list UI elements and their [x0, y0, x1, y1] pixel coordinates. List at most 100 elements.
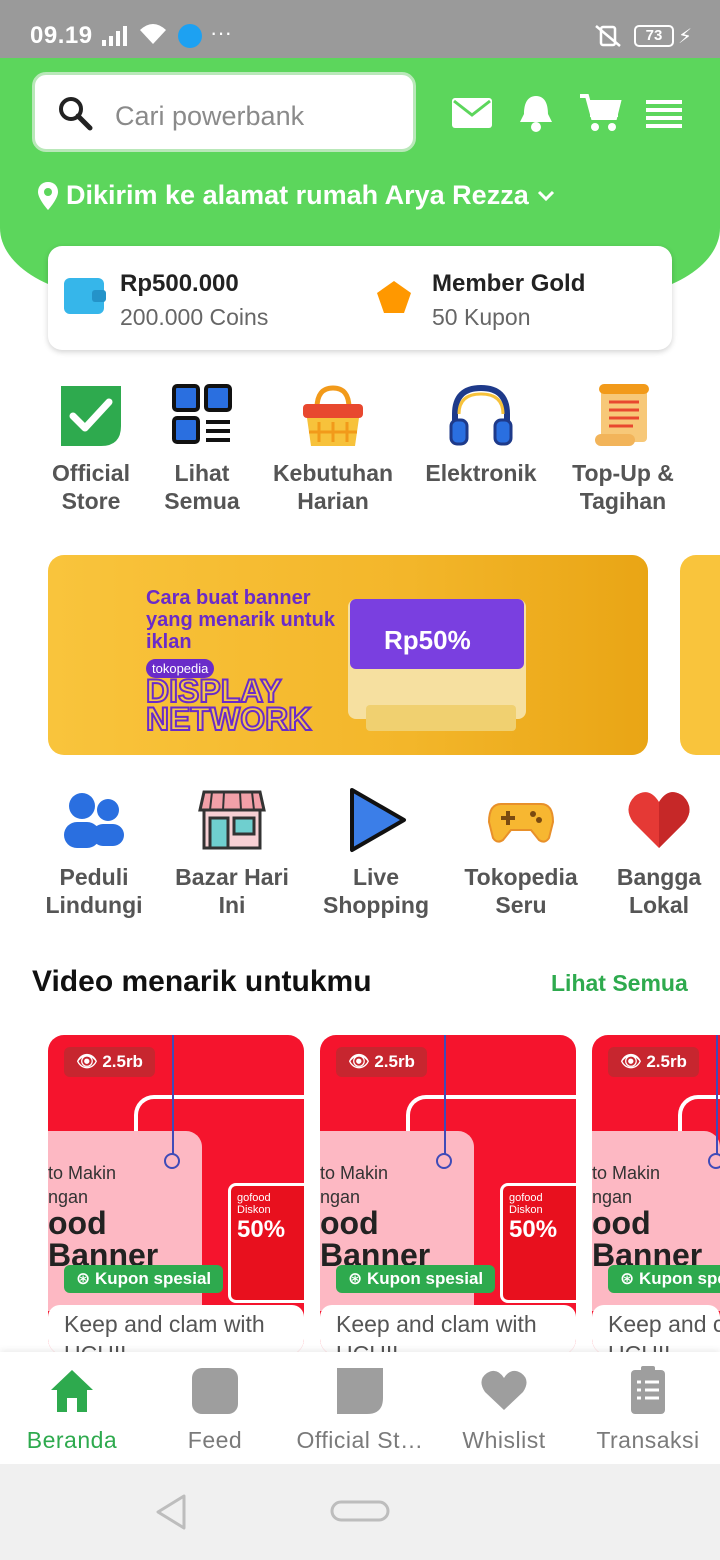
nav-official-store[interactable]: Official St… — [288, 1366, 432, 1454]
promo-dot — [164, 1153, 180, 1169]
views-badge: 👁 2.5rb — [608, 1047, 699, 1077]
wallet-balance: Rp500.000 — [120, 270, 239, 297]
gofood-promo: gofood Diskon 50% — [228, 1183, 304, 1303]
category-topup-bills[interactable]: Top-Up & Tagihan — [558, 382, 688, 515]
video-card[interactable]: to Makin ngan ood Banner gofood Diskon 50% 👁… — [320, 1035, 576, 1355]
wallet-card[interactable]: Rp500.000 200.000 Coins Member Gold 50 K… — [48, 246, 672, 350]
see-all-link[interactable]: Lihat Semua — [551, 970, 688, 997]
promo-text: to Makin ngan — [48, 1163, 117, 1207]
system-navigation-bar — [0, 1464, 720, 1560]
location-pin-icon — [38, 181, 58, 210]
gamepad-icon — [487, 803, 555, 843]
shortcut-label-1: Peduli — [59, 864, 129, 890]
address-text: Dikirim ke alamat rumah Arya Rezza — [66, 180, 529, 210]
video-card[interactable]: to Makin ngan ood Banner gofood Diskon 50% 👁… — [48, 1035, 304, 1355]
category-label-2: Semua — [164, 488, 240, 514]
shortcut-label-2: Ini — [218, 892, 246, 918]
twitter-icon — [178, 24, 202, 48]
shortcut-label-2: Lokal — [628, 892, 690, 918]
promo-big-text: ood Banner — [592, 1205, 703, 1273]
member-level: Member Gold — [432, 270, 586, 297]
search-placeholder: Cari powerbank — [115, 101, 305, 131]
nav-label: Beranda — [26, 1427, 118, 1453]
video-section-title: Video menarik untukmu — [32, 965, 372, 998]
coupon-badge: ⊛ Kupon spe — [608, 1265, 720, 1293]
next-banner-peek[interactable] — [680, 555, 720, 755]
scroll-icon — [595, 384, 649, 446]
shortcut-label-2: Shopping — [322, 892, 430, 918]
more-notifications-icon: ··· — [210, 20, 232, 45]
shortcut-label-1: Bazar Hari — [175, 864, 289, 890]
category-label-1: Top-Up & — [572, 460, 674, 486]
search-bar[interactable]: Cari powerbank — [32, 72, 416, 152]
promo-dot — [708, 1153, 720, 1169]
views-badge: 👁 2.5rb — [64, 1047, 155, 1077]
receipt-icon — [631, 1366, 665, 1414]
promo-banner[interactable]: Cara buat banner yang menarik untuk ikla… — [48, 555, 648, 755]
shortcut-peduli-lindungi[interactable]: Peduli Lindungi — [29, 786, 159, 919]
grid-icon — [172, 384, 232, 444]
gofood-promo: gofood Diskon 50% — [500, 1183, 576, 1303]
shortcut-bazar-hari-ini[interactable]: Bazar Hari Ini — [167, 786, 297, 919]
shortcut-label-1: Tokopedia — [464, 864, 578, 890]
delivery-address[interactable]: Dikirim ke alamat rumah Arya Rezza — [38, 180, 555, 211]
charging-icon: ⚡ — [678, 26, 693, 48]
shortcut-bangga-lokal[interactable]: Bangga Lokal — [594, 786, 720, 919]
wallet-icon — [64, 278, 106, 314]
wallet-coins: 200.000 Coins — [120, 304, 269, 330]
views-badge: 👁 2.5rb — [336, 1047, 427, 1077]
coupon-badge: ⊛ Kupon spesial — [64, 1265, 224, 1293]
home-pill-icon[interactable] — [330, 1500, 390, 1522]
nav-transaksi[interactable]: Transaksi — [576, 1366, 720, 1454]
shortcut-label-2: Lindungi — [45, 892, 143, 918]
signal-icon — [102, 26, 127, 46]
video-caption: Keep and clam with UCHIL — [48, 1305, 304, 1355]
banner-discount: Rp50% — [384, 625, 471, 655]
app-root: 09.19 ··· 73 ⚡ Cari powerbank Dikirim ke… — [0, 0, 720, 1560]
promo-line — [172, 1035, 174, 1161]
category-label-2: Harian — [297, 488, 369, 514]
promo-line — [444, 1035, 446, 1161]
heart-icon — [628, 792, 690, 848]
shortcut-tokopedia-seru[interactable]: Tokopedia Seru — [456, 786, 586, 919]
category-electronics[interactable]: Elektronik — [416, 382, 546, 487]
category-daily-needs[interactable]: Kebutuhan Harian — [268, 382, 398, 515]
search-icon — [59, 97, 93, 131]
cart-icon[interactable] — [578, 92, 622, 134]
nav-feed[interactable]: Feed — [143, 1366, 287, 1454]
video-card[interactable]: to Makin ngan ood Banner 👁 2.5rb ⊛ Kupon s… — [592, 1035, 720, 1355]
mail-icon[interactable] — [450, 92, 494, 134]
headphones-icon — [449, 384, 513, 446]
nav-label: Feed — [187, 1427, 243, 1453]
coupon-badge: ⊛ Kupon spesial — [336, 1265, 496, 1293]
promo-line — [716, 1035, 718, 1161]
nav-wishlist[interactable]: Whislist — [432, 1366, 576, 1454]
nav-beranda[interactable]: Beranda — [0, 1366, 144, 1454]
promo-dot — [436, 1153, 452, 1169]
nav-label: Transaksi — [596, 1427, 700, 1453]
basket-icon — [303, 385, 363, 446]
menu-icon[interactable] — [642, 92, 686, 134]
vibrate-off-icon — [595, 25, 621, 47]
status-bar: 09.19 ··· 73 ⚡ — [0, 0, 720, 58]
bell-icon[interactable] — [514, 92, 558, 134]
member-badge-icon — [377, 281, 411, 313]
play-icon — [350, 788, 406, 852]
shop-icon — [198, 790, 266, 850]
banner-headline: Cara buat banner yang menarik untuk ikla… — [146, 587, 335, 653]
promo-big-text: ood Banner — [48, 1205, 159, 1273]
nav-label: Whislist — [462, 1427, 546, 1453]
member-coupons: 50 Kupon — [432, 304, 531, 330]
promo-text: to Makin ngan — [320, 1163, 389, 1207]
nav-label: Official St… — [296, 1427, 424, 1453]
video-caption: Keep and clam with UCHIL — [320, 1305, 576, 1355]
promo-big-text: ood Banner — [320, 1205, 431, 1273]
category-label-1: Elektronik — [425, 460, 537, 486]
official-store-icon — [337, 1368, 383, 1414]
shortcut-label-1: Bangga — [616, 864, 702, 890]
battery-indicator: 73 — [634, 25, 674, 47]
shortcut-live-shopping[interactable]: Live Shopping — [311, 786, 441, 919]
back-icon[interactable] — [154, 1494, 188, 1530]
category-see-all[interactable]: Lihat Semua — [137, 382, 267, 515]
category-label-1: Lihat — [174, 460, 230, 486]
